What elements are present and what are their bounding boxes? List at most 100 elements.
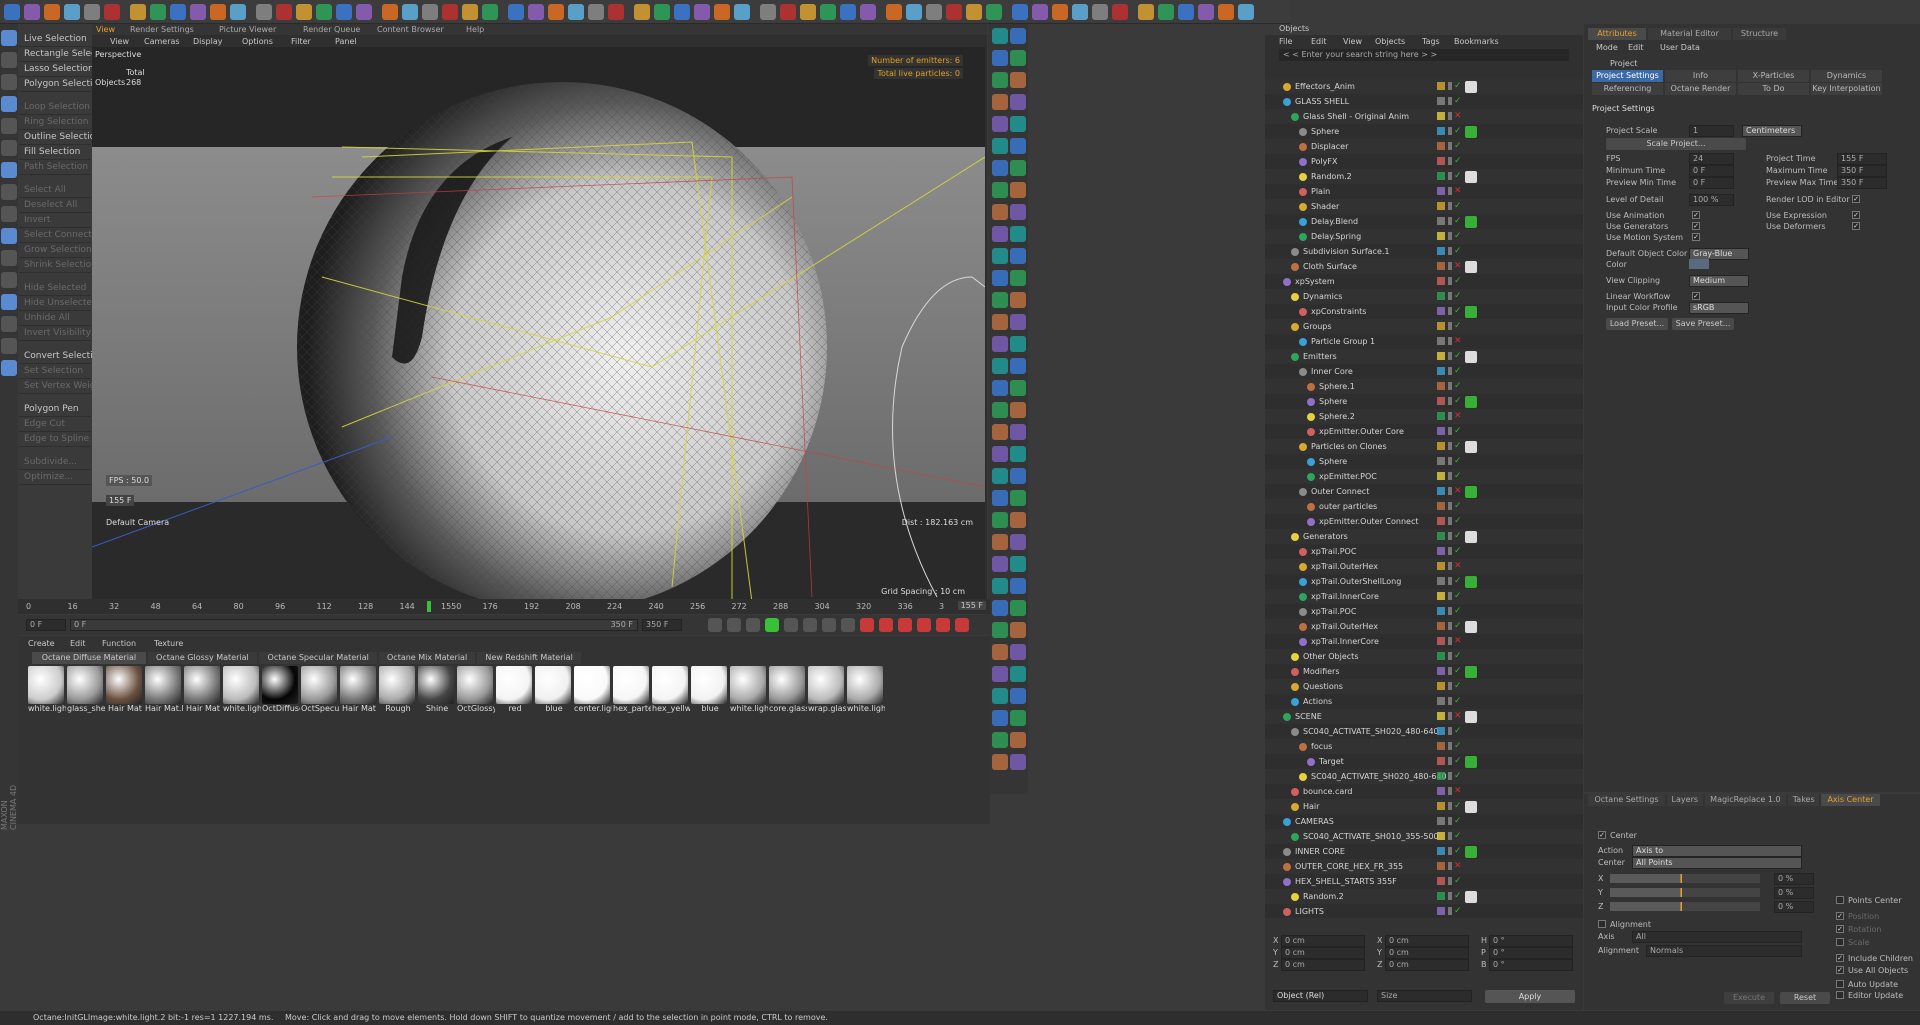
viewport-tab[interactable]: Help [466, 25, 484, 34]
enable-check-icon[interactable]: ✓ [1454, 529, 1462, 544]
side-tool-icon[interactable] [992, 94, 1008, 110]
visibility-dots[interactable] [1448, 292, 1452, 300]
object-tag-icon[interactable] [1465, 711, 1477, 723]
coord-value-field[interactable]: 0 cm [1281, 935, 1365, 947]
visibility-dots[interactable] [1448, 907, 1452, 915]
selection-menu-item[interactable]: Polygon Pen [19, 402, 91, 417]
object-tag-icon[interactable] [1465, 171, 1477, 183]
reset-button[interactable]: Reset [1780, 992, 1830, 1004]
material-swatch[interactable]: red [496, 666, 540, 716]
object-row[interactable]: Emitters ✓ [1265, 349, 1583, 364]
axis-option-checkbox[interactable]: ✓ [1836, 966, 1844, 974]
attribute-field[interactable]: 0 F [1689, 177, 1734, 189]
side-tool-icon[interactable] [1010, 50, 1026, 66]
layer-color[interactable] [1437, 577, 1445, 585]
object-tag-icon[interactable] [1465, 846, 1477, 858]
start-frame-field[interactable]: 0 F [26, 619, 66, 631]
enable-check-icon[interactable]: ✓ [1454, 199, 1462, 214]
toolbar-tool-icon[interactable] [946, 4, 962, 20]
object-row[interactable]: SC040_ACTIVATE_SH020_480-640 ✓ [1265, 769, 1583, 784]
attribute-checkbox[interactable]: ✓ [1852, 195, 1860, 203]
side-tool-icon[interactable] [992, 600, 1008, 616]
visibility-dots[interactable] [1448, 127, 1452, 135]
transport-button[interactable] [879, 618, 893, 632]
layer-color[interactable] [1437, 487, 1445, 495]
material-swatch[interactable]: OctSpecula [301, 666, 345, 716]
object-row[interactable]: Generators ✓ [1265, 529, 1583, 544]
toolbar-tool-icon[interactable] [230, 4, 246, 20]
selection-menu-item[interactable]: Rectangle Selection [19, 47, 113, 62]
object-row[interactable]: xpTrail.POC ✓ [1265, 544, 1583, 559]
toolbar-tool-icon[interactable] [170, 4, 186, 20]
axis-field[interactable]: Axis to [1632, 845, 1802, 857]
enable-check-icon[interactable]: ✓ [1454, 244, 1462, 259]
material-menu-item[interactable]: Texture [154, 639, 183, 648]
toolbar-tool-icon[interactable] [150, 4, 166, 20]
timeline[interactable]: 155 F 0 16 32 48 64 80 96 112 128 144 1550 176 192 20… [18, 599, 990, 614]
enable-check-icon[interactable]: ✓ [1454, 394, 1462, 409]
attribute-field[interactable]: Medium [1689, 275, 1749, 287]
object-row[interactable]: Delay.Blend ✓ [1265, 214, 1583, 229]
object-row[interactable]: xpConstraints ✓ [1265, 304, 1583, 319]
enable-check-icon[interactable]: ✓ [1454, 799, 1462, 814]
visibility-dots[interactable] [1448, 757, 1452, 765]
visibility-dots[interactable] [1448, 547, 1452, 555]
material-tab[interactable]: Octane Mix Material [379, 652, 475, 664]
mode-tool-icon[interactable] [1, 96, 17, 112]
axis-tab[interactable]: Layers [1667, 794, 1703, 806]
toolbar-tool-icon[interactable] [276, 4, 292, 20]
side-tool-icon[interactable] [1010, 556, 1026, 572]
object-tag-icon[interactable] [1465, 216, 1477, 228]
layer-color[interactable] [1437, 637, 1445, 645]
enable-check-icon[interactable]: ✓ [1454, 124, 1462, 139]
material-swatch[interactable]: wrap.glass [808, 666, 852, 716]
layer-color[interactable] [1437, 277, 1445, 285]
objects-menu-item[interactable]: Bookmarks [1454, 37, 1499, 46]
object-row[interactable]: Target ✓ [1265, 754, 1583, 769]
object-row[interactable]: Other Objects ✓ [1265, 649, 1583, 664]
object-row[interactable]: Delay.Spring ✓ [1265, 229, 1583, 244]
side-tool-icon[interactable] [1010, 160, 1026, 176]
visibility-dots[interactable] [1448, 847, 1452, 855]
toolbar-tool-icon[interactable] [44, 4, 60, 20]
visibility-dots[interactable] [1448, 622, 1452, 630]
object-tag-icon[interactable] [1465, 396, 1477, 408]
selection-menu-item[interactable]: Edge Cut [19, 417, 91, 432]
enable-check-icon[interactable]: ✓ [1454, 469, 1462, 484]
enable-check-icon[interactable]: ✓ [1454, 154, 1462, 169]
enable-check-icon[interactable]: ✓ [1454, 904, 1462, 919]
toolbar-tool-icon[interactable] [966, 4, 982, 20]
visibility-dots[interactable] [1448, 142, 1452, 150]
side-tool-icon[interactable] [1010, 94, 1026, 110]
toolbar-tool-icon[interactable] [356, 4, 372, 20]
selection-menu-item[interactable]: Outline Selection [19, 130, 101, 145]
object-tag-icon[interactable] [1465, 621, 1477, 633]
transport-button[interactable] [841, 618, 855, 632]
material-menu-item[interactable]: Edit [70, 639, 86, 648]
object-tag-icon[interactable] [1465, 801, 1477, 813]
layer-color[interactable] [1437, 772, 1445, 780]
side-tool-icon[interactable] [1010, 468, 1026, 484]
mode-tool-icon[interactable] [1, 52, 17, 68]
transport-button[interactable] [860, 618, 874, 632]
object-row[interactable]: Effectors_Anim ✓ [1265, 79, 1583, 94]
selection-menu-item[interactable]: Live Selection [19, 32, 91, 47]
side-tool-icon[interactable] [1010, 666, 1026, 682]
mode-tool-icon[interactable] [1, 294, 17, 310]
enable-check-icon[interactable]: ✓ [1454, 664, 1462, 679]
layer-color[interactable] [1437, 712, 1445, 720]
side-tool-icon[interactable] [1010, 380, 1026, 396]
toolbar-tool-icon[interactable] [508, 4, 524, 20]
side-tool-icon[interactable] [1010, 512, 1026, 528]
side-tool-icon[interactable] [992, 424, 1008, 440]
layer-color[interactable] [1437, 907, 1445, 915]
transport-button[interactable] [727, 618, 741, 632]
side-tool-icon[interactable] [992, 160, 1008, 176]
layer-color[interactable] [1437, 532, 1445, 540]
layer-color[interactable] [1437, 472, 1445, 480]
transport-button[interactable] [784, 618, 798, 632]
material-swatch[interactable]: white.light [28, 666, 72, 716]
mode-tool-icon[interactable] [1, 228, 17, 244]
object-row[interactable]: outer particles ✓ [1265, 499, 1583, 514]
mode-tool-icon[interactable] [1, 162, 17, 178]
